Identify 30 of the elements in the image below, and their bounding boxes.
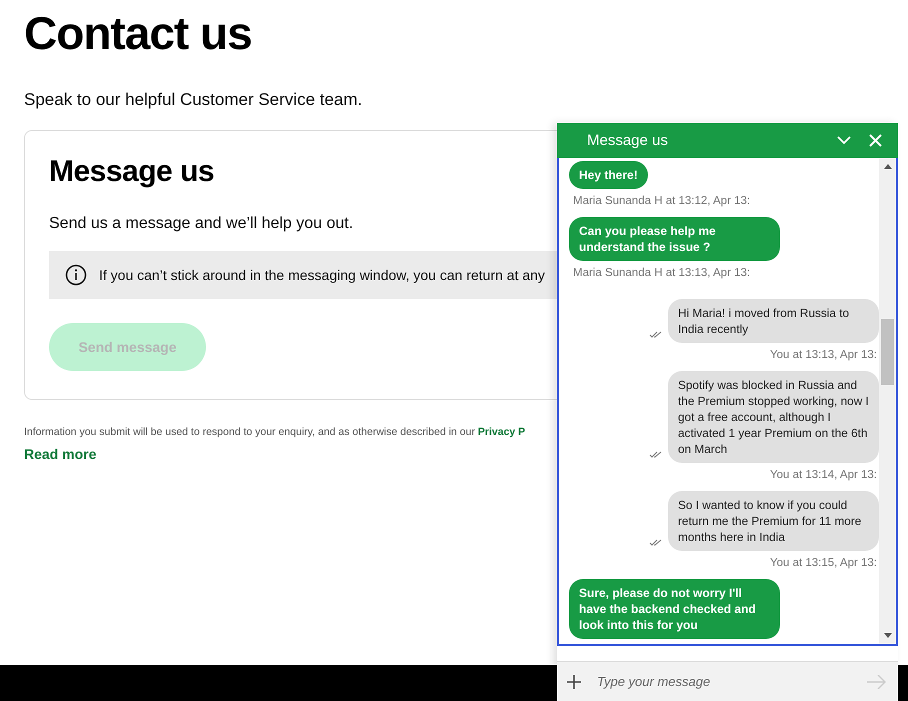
chat-title: Message us <box>587 132 669 149</box>
card-title: Message us <box>49 155 216 189</box>
scroll-thumb[interactable] <box>881 319 894 385</box>
info-text: If you can’t stick around in the messaging window, you can return at any <box>99 267 545 283</box>
read-more-link[interactable]: Read more <box>24 446 96 462</box>
agent-message: Hey there! <box>569 161 648 189</box>
user-message: Spotify was blocked in Russia and the Premium stopped working, now I got a free account, although I activated 1 year Premium on the 6th on March <box>668 371 879 463</box>
user-message: So I wanted to know if you could return me the Premium for 11 more months here in India <box>668 491 879 551</box>
agent-message: Can you please help me understand the issue ? <box>569 217 780 261</box>
message-meta: You at 13:13, Apr 13: <box>770 349 877 361</box>
message-meta: Maria Sunanda H at 13:12, Apr 13: <box>573 195 752 207</box>
message-input[interactable]: Type your message <box>595 673 853 690</box>
plus-icon[interactable] <box>567 674 581 689</box>
user-message: Hi Maria! i moved from Russia to India recently <box>668 299 879 343</box>
privacy-notice: Information you submit will be used to respond to your enquiry, and as otherwise described in our Privacy P <box>24 426 526 438</box>
message-meta: You at 13:14, Apr 13: <box>770 469 877 481</box>
info-icon <box>65 264 87 286</box>
privacy-link[interactable]: Privacy P <box>478 426 526 438</box>
message-meta: Maria Sunanda H at 13:13, Apr 13: <box>573 267 752 279</box>
minimize-chevron-icon[interactable] <box>837 136 851 145</box>
agent-message: Sure, please do not worry I'll have the backend checked and look into this for you <box>569 579 780 639</box>
card-text: Send us a message and we’ll help you out. <box>49 215 354 233</box>
page-subtitle: Speak to our helpful Customer Service team. <box>24 90 364 110</box>
message-meta: You at 13:15, Apr 13: <box>770 557 877 569</box>
scroll-down-icon[interactable] <box>884 633 892 638</box>
message-composer[interactable]: Type your message <box>557 661 898 701</box>
scrollbar[interactable] <box>879 158 896 644</box>
page-title: Contact us <box>24 6 253 58</box>
scroll-up-icon[interactable] <box>884 164 892 169</box>
close-icon[interactable] <box>869 134 882 147</box>
